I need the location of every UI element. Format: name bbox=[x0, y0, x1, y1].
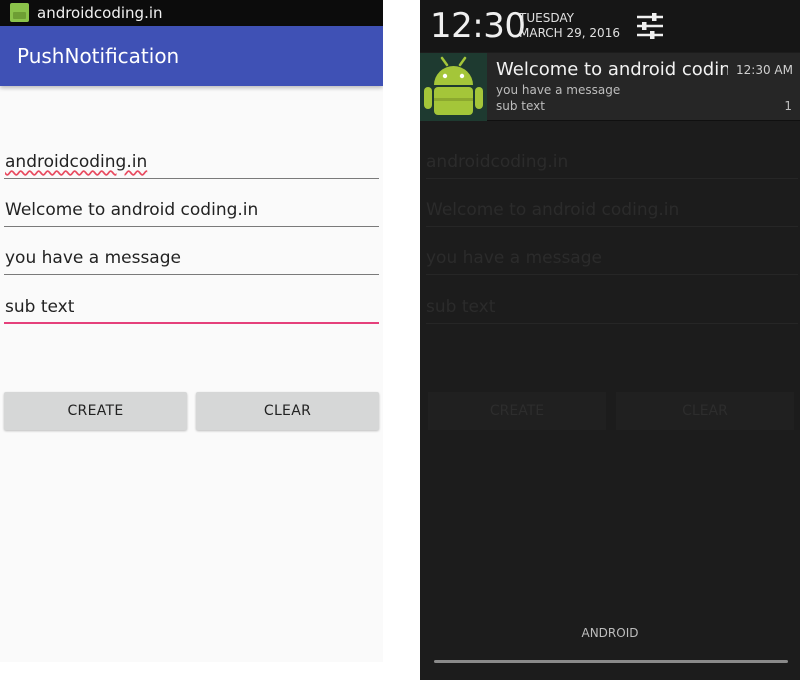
android-app-icon bbox=[10, 3, 29, 22]
notification-count: 1 bbox=[784, 99, 792, 113]
status-bar-title: androidcoding.in bbox=[37, 4, 163, 22]
background-field-value: Welcome to android coding.in bbox=[426, 200, 680, 220]
subtext-field[interactable]: sub text bbox=[4, 290, 379, 324]
field-underline-focused bbox=[4, 322, 379, 324]
background-field-underline bbox=[426, 178, 798, 179]
shade-header: 12:30 TUESDAY MARCH 29, 2016 bbox=[420, 0, 800, 52]
action-bar: PushNotification bbox=[0, 26, 383, 86]
app-title: PushNotification bbox=[17, 44, 180, 68]
field-underline bbox=[4, 178, 379, 179]
title-field[interactable]: Welcome to android coding.in bbox=[4, 193, 379, 227]
background-subtext-field: sub text bbox=[426, 290, 798, 324]
background-url-field: androidcoding.in bbox=[426, 145, 798, 179]
message-field[interactable]: you have a message bbox=[4, 241, 379, 275]
url-field-value: androidcoding.in bbox=[5, 152, 148, 172]
notification-shade: androidcoding.in Welcome to android codi… bbox=[420, 0, 800, 680]
notification-title: Welcome to android coding bbox=[496, 59, 728, 80]
background-field-underline bbox=[426, 323, 798, 324]
background-title-field: Welcome to android coding.in bbox=[426, 193, 798, 227]
url-field[interactable]: androidcoding.in bbox=[4, 145, 379, 179]
status-bar: androidcoding.in bbox=[0, 0, 383, 26]
shade-drag-handle[interactable] bbox=[434, 660, 788, 663]
field-underline bbox=[4, 274, 379, 275]
android-robot-icon bbox=[420, 53, 487, 121]
clock: 12:30 bbox=[430, 6, 526, 46]
notification-time: 12:30 AM bbox=[736, 63, 793, 77]
background-field-value: sub text bbox=[426, 297, 496, 317]
notification-card[interactable]: Welcome to android coding 12:30 AM you h… bbox=[420, 53, 800, 121]
carrier-label: ANDROID bbox=[581, 626, 639, 640]
notification-message: you have a message bbox=[496, 83, 621, 97]
message-field-value: you have a message bbox=[5, 248, 181, 268]
date-day: TUESDAY bbox=[519, 11, 574, 25]
field-underline bbox=[4, 226, 379, 227]
background-field-value: androidcoding.in bbox=[426, 152, 569, 172]
clear-button[interactable]: CLEAR bbox=[196, 392, 379, 430]
background-field-underline bbox=[426, 274, 798, 275]
title-field-value: Welcome to android coding.in bbox=[5, 200, 259, 220]
create-button[interactable]: CREATE bbox=[4, 392, 187, 430]
background-clear-button: CLEAR bbox=[616, 392, 794, 430]
settings-sliders-icon[interactable] bbox=[636, 13, 664, 39]
date-full: MARCH 29, 2016 bbox=[519, 26, 620, 40]
background-message-field: you have a message bbox=[426, 241, 798, 275]
app-screen: androidcoding.in PushNotification androi… bbox=[0, 0, 383, 662]
background-field-underline bbox=[426, 226, 798, 227]
background-create-button: CREATE bbox=[428, 392, 606, 430]
notification-subtext: sub text bbox=[496, 99, 545, 113]
subtext-field-value: sub text bbox=[5, 297, 75, 317]
background-field-value: you have a message bbox=[426, 248, 602, 268]
